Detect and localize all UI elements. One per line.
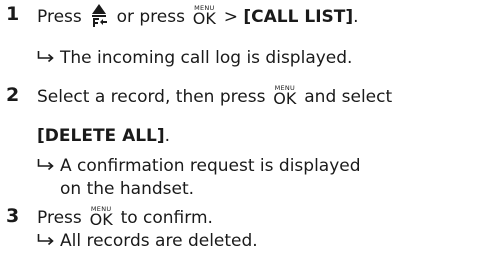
delete-all-label: [DELETE ALL] <box>37 126 165 146</box>
step-2-result-text-line1: A confirmation request is displayed <box>60 156 361 176</box>
step-2-text-before-key: Select a record, then press <box>37 87 266 107</box>
call-list-label: [CALL LIST] <box>243 7 354 27</box>
step-1-or-press-text: or press <box>116 7 185 27</box>
step-2-result-cont: on the handset. <box>60 178 194 200</box>
step-1-instruction: Press or press MENU OK > [CALL LIST]. <box>37 4 359 28</box>
step-3-text-after-key: to confirm. <box>120 208 213 228</box>
menu-ok-key-icon: MENU OK <box>89 206 113 229</box>
step-1-result: The incoming call log is displayed. <box>37 47 352 69</box>
step-1-result-text: The incoming call log is displayed. <box>60 48 353 68</box>
step-2-result-text-line2: on the handset. <box>60 179 195 199</box>
step-number-1: 1 <box>6 3 20 25</box>
menu-ok-key-icon: MENU OK <box>273 85 297 108</box>
step-2-text-after-key: and select <box>304 87 393 107</box>
step-1-period: . <box>353 7 359 27</box>
step-3-press-text: Press <box>37 208 82 228</box>
ok-key-label: OK <box>273 89 297 108</box>
menu-ok-key-icon: MENU OK <box>192 5 216 28</box>
ok-key-label: OK <box>192 9 216 28</box>
step-1-separator: > <box>223 7 238 27</box>
step-3-result-text: All records are deleted. <box>60 231 258 251</box>
result-arrow-icon <box>37 234 54 246</box>
step-3-instruction: Press MENU OK to confirm. <box>37 206 213 229</box>
step-number-2: 2 <box>6 84 20 106</box>
result-arrow-icon <box>37 159 54 171</box>
instruction-document: 1 Press or press MENU OK > [CALL LIST]. T… <box>0 0 477 257</box>
step-2-instruction: Select a record, then press MENU OK and s… <box>37 85 392 108</box>
result-arrow-icon <box>37 51 54 63</box>
step-1-press-text: Press <box>37 7 82 27</box>
step-2-instruction-cont: [DELETE ALL]. <box>37 125 170 147</box>
ok-key-label: OK <box>89 210 113 229</box>
step-2-result: A confirmation request is displayed <box>37 155 361 177</box>
step-3-result: All records are deleted. <box>37 230 258 252</box>
step-number-3: 3 <box>6 205 20 227</box>
call-list-up-icon <box>92 4 108 27</box>
step-2-period: . <box>164 126 171 146</box>
